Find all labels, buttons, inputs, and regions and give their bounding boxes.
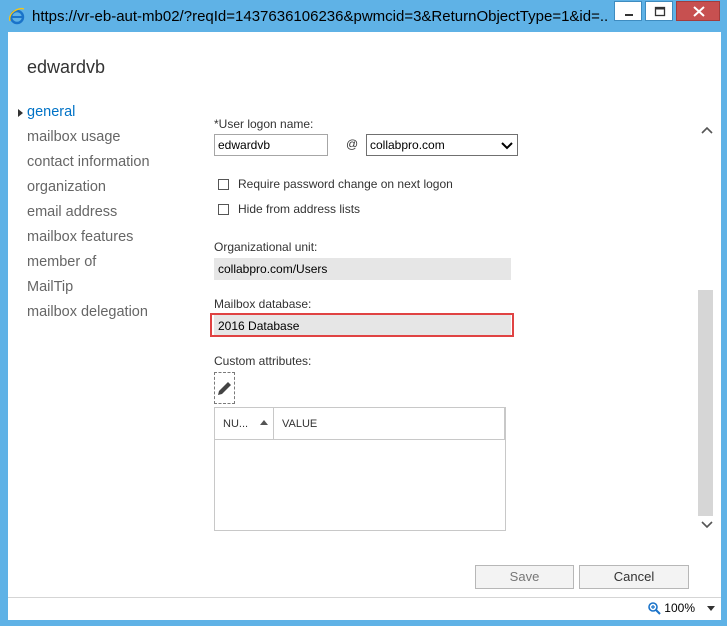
nav-item-organization[interactable]: organization	[8, 175, 198, 200]
table-header: NU... VALUE	[215, 408, 505, 440]
require-password-change-option[interactable]: Require password change on next logon	[218, 177, 453, 191]
nav-item-general[interactable]: general	[8, 100, 198, 125]
maximize-button[interactable]	[645, 1, 673, 21]
nav-item-mailtip[interactable]: MailTip	[8, 275, 198, 300]
nav-item-label: mailbox usage	[27, 129, 121, 145]
selected-arrow-icon	[18, 109, 23, 117]
custom-attributes-label: Custom attributes:	[214, 354, 312, 368]
close-icon	[693, 6, 705, 17]
require-password-change-checkbox[interactable]	[218, 178, 229, 190]
scroll-up-icon[interactable]	[700, 125, 714, 135]
mailbox-database-label: Mailbox database:	[214, 297, 312, 311]
nav-item-mailbox-delegation[interactable]: mailbox delegation	[8, 300, 198, 325]
at-sign-label: @	[346, 137, 359, 151]
nav-item-label: contact information	[27, 154, 150, 170]
column-header-number[interactable]: NU...	[223, 418, 248, 430]
window-title: https://vr-eb-aut-mb02/?reqId=1437636106…	[32, 8, 607, 25]
sort-ascending-icon	[260, 420, 268, 425]
status-bar: 100%	[8, 597, 721, 620]
pencil-icon	[218, 382, 231, 395]
nav-item-label: mailbox features	[27, 229, 134, 245]
dialog-content: edwardvb general mailbox usage contact i…	[8, 32, 721, 597]
sidebar-nav: general mailbox usage contact informatio…	[8, 100, 198, 325]
chevron-down-icon[interactable]	[707, 606, 715, 611]
nav-item-email-address[interactable]: email address	[8, 200, 198, 225]
hide-from-address-lists-label: Hide from address lists	[238, 202, 361, 216]
nav-item-contact-information[interactable]: contact information	[8, 150, 198, 175]
save-button[interactable]: Save	[475, 565, 574, 589]
organizational-unit-field: collabpro.com/Users	[214, 258, 511, 280]
zoom-icon	[648, 602, 662, 615]
minimize-button[interactable]	[614, 1, 642, 21]
page-title: edwardvb	[27, 57, 106, 77]
hide-from-address-lists-option[interactable]: Hide from address lists	[218, 202, 360, 216]
domain-dropdown[interactable]: collabpro.com	[366, 134, 518, 156]
nav-item-mailbox-features[interactable]: mailbox features	[8, 225, 198, 250]
highlight-box	[210, 313, 514, 337]
column-header-value[interactable]: VALUE	[282, 418, 317, 430]
logon-name-label: *User logon name:	[214, 117, 314, 131]
nav-item-label: member of	[27, 254, 97, 270]
maximize-icon	[654, 6, 666, 17]
organizational-unit-label: Organizational unit:	[214, 240, 318, 254]
hide-from-address-lists-checkbox[interactable]	[218, 203, 229, 215]
zoom-control[interactable]: 100%	[647, 601, 695, 615]
cancel-button[interactable]: Cancel	[579, 565, 689, 589]
minimize-icon	[625, 14, 633, 16]
scrollbar-thumb[interactable]	[698, 290, 713, 516]
custom-attributes-table: NU... VALUE	[214, 407, 506, 531]
require-password-change-label: Require password change on next logon	[238, 177, 453, 191]
scroll-down-icon[interactable]	[700, 520, 714, 530]
domain-value: collabpro.com	[370, 138, 445, 152]
nav-item-label: mailbox delegation	[27, 304, 148, 320]
nav-item-member-of[interactable]: member of	[8, 250, 198, 275]
nav-item-label: MailTip	[27, 279, 74, 295]
title-bar: https://vr-eb-aut-mb02/?reqId=1437636106…	[0, 0, 727, 32]
internet-explorer-icon	[9, 7, 25, 25]
nav-item-mailbox-usage[interactable]: mailbox usage	[8, 125, 198, 150]
nav-item-label: general	[27, 104, 76, 120]
chevron-down-icon	[501, 142, 513, 150]
edit-button[interactable]	[214, 372, 235, 404]
column-divider	[504, 408, 505, 439]
nav-item-label: email address	[27, 204, 118, 220]
nav-item-label: organization	[27, 179, 106, 195]
column-divider	[273, 408, 274, 439]
browser-window: https://vr-eb-aut-mb02/?reqId=1437636106…	[0, 0, 727, 626]
zoom-level: 100%	[664, 601, 695, 615]
logon-name-input[interactable]: edwardvb	[214, 134, 328, 156]
close-button[interactable]	[676, 1, 720, 21]
